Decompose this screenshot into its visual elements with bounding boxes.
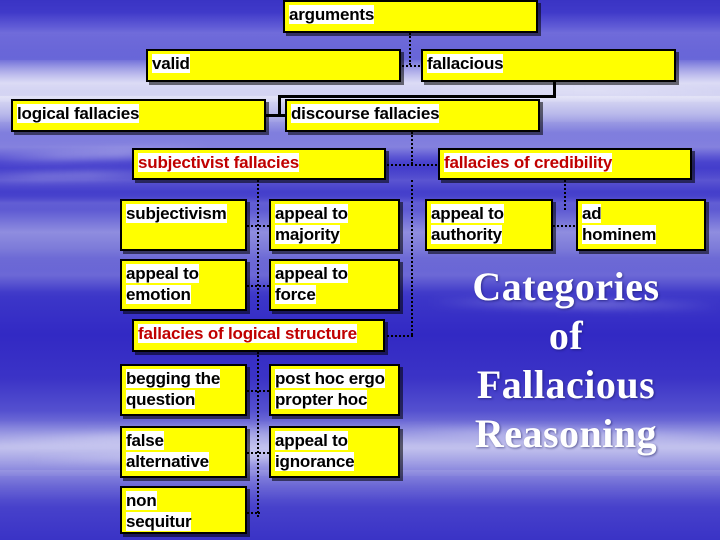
node-arguments[interactable]: arguments	[283, 0, 538, 33]
node-subjectivist-fallacies[interactable]: subjectivist fallacies	[132, 148, 386, 180]
node-subjectivist-fallacies-label: subjectivist fallacies	[138, 153, 299, 172]
node-non-sequitur[interactable]: non sequitur	[120, 486, 247, 534]
node-appeal-to-emotion-label: appeal to emotion	[126, 264, 199, 304]
node-begging-the-question[interactable]: begging the question	[120, 364, 247, 416]
node-appeal-to-force-label: appeal to force	[275, 264, 348, 304]
node-fallacious-label: fallacious	[427, 54, 504, 73]
node-appeal-to-ignorance[interactable]: appeal to ignorance	[269, 426, 400, 478]
node-subjectivism[interactable]: subjectivism	[120, 199, 247, 251]
node-appeal-to-force[interactable]: appeal to force	[269, 259, 400, 311]
node-logical-fallacies-label: logical fallacies	[17, 104, 140, 123]
node-appeal-to-authority[interactable]: appeal to authority	[425, 199, 553, 251]
node-discourse-fallacies-label: discourse fallacies	[291, 104, 440, 123]
node-ad-hominem-label: ad hominem	[582, 204, 657, 244]
node-appeal-to-majority-label: appeal to majority	[275, 204, 348, 244]
node-appeal-to-majority[interactable]: appeal to majority	[269, 199, 400, 251]
node-discourse-fallacies[interactable]: discourse fallacies	[285, 99, 540, 132]
node-fallacies-of-credibility[interactable]: fallacies of credibility	[438, 148, 692, 180]
node-fallacious[interactable]: fallacious	[421, 49, 676, 82]
node-valid[interactable]: valid	[146, 49, 401, 82]
node-valid-label: valid	[152, 54, 190, 73]
node-post-hoc-ergo-propter-hoc[interactable]: post hoc ergo propter hoc	[269, 364, 400, 416]
node-appeal-to-authority-label: appeal to authority	[431, 204, 504, 244]
node-fallacies-of-credibility-label: fallacies of credibility	[444, 153, 613, 172]
node-false-alternative-label: false alternative	[126, 431, 209, 471]
node-logical-fallacies[interactable]: logical fallacies	[11, 99, 266, 132]
node-fallacies-of-logical-structure[interactable]: fallacies of logical structure	[132, 319, 385, 352]
slide-canvas: arguments valid fallacious logical falla…	[0, 0, 720, 540]
node-subjectivism-label: subjectivism	[126, 204, 227, 223]
node-post-hoc-ergo-propter-hoc-label: post hoc ergo propter hoc	[275, 369, 385, 409]
slide-title: Categories of Fallacious Reasoning	[472, 264, 660, 456]
node-appeal-to-emotion[interactable]: appeal to emotion	[120, 259, 247, 311]
node-appeal-to-ignorance-label: appeal to ignorance	[275, 431, 355, 471]
node-false-alternative[interactable]: false alternative	[120, 426, 247, 478]
node-begging-the-question-label: begging the question	[126, 369, 221, 409]
node-arguments-label: arguments	[289, 5, 375, 24]
node-non-sequitur-label: non sequitur	[126, 491, 192, 531]
node-ad-hominem[interactable]: ad hominem	[576, 199, 706, 251]
node-fallacies-of-logical-structure-label: fallacies of logical structure	[138, 324, 357, 343]
